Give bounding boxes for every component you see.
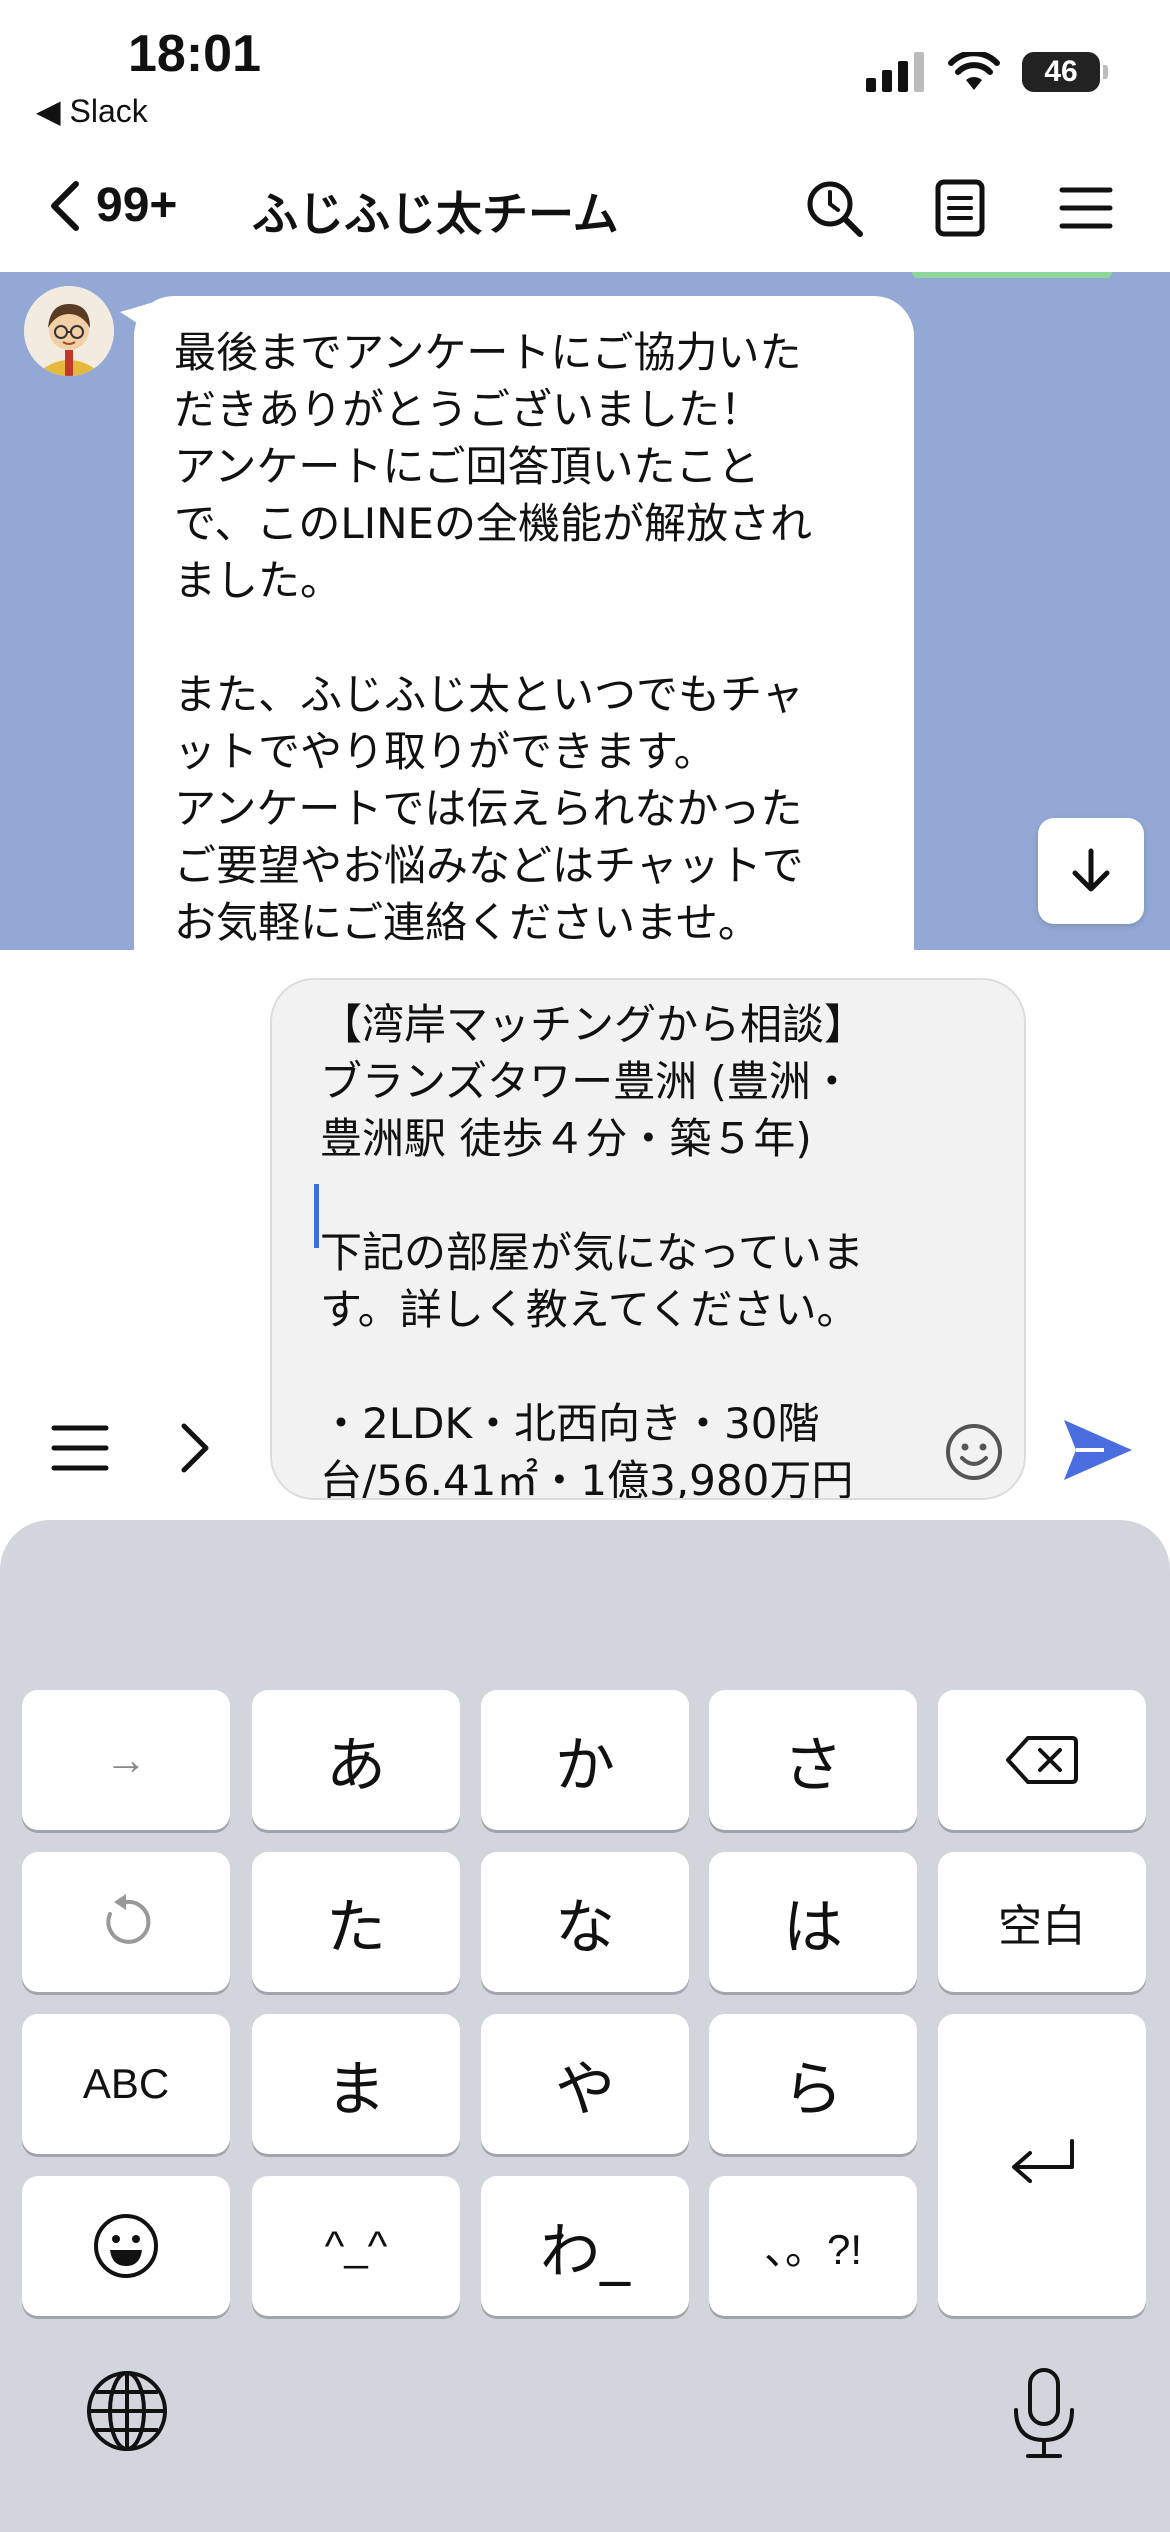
avatar[interactable]: [24, 286, 114, 376]
message-bubble[interactable]: 最後までアンケートにご協力いた だきありがとうございました！ アンケートにご回答…: [120, 296, 914, 950]
status-icons: 46: [866, 52, 1108, 92]
key-ma[interactable]: ま: [252, 2014, 460, 2154]
status-bar: 18:01 ◀ Slack 46: [0, 0, 1170, 140]
chat-area[interactable]: 最後までアンケートにご協力いた だきありがとうございました！ アンケートにご回答…: [0, 272, 1170, 950]
composer: 【湾岸マッチングから相談】 ブランズタワー豊洲 (豊洲・ 豊洲駅 徒歩４分・築５…: [0, 950, 1170, 1520]
key-sa[interactable]: さ: [709, 1690, 917, 1830]
undo-key[interactable]: [22, 1852, 230, 1992]
text-caret: [314, 1184, 319, 1248]
arrow-down-icon: [1072, 848, 1110, 892]
keyboard: → あ か さ た な は 空白 ABC ま や ら ^_^ わ_ 、。?!: [0, 1520, 1170, 2532]
mic-icon[interactable]: [1006, 2366, 1082, 2462]
signal-icon: [866, 52, 924, 92]
battery-icon: 46: [1022, 52, 1108, 92]
message-input[interactable]: 【湾岸マッチングから相談】 ブランズタワー豊洲 (豊洲・ 豊洲駅 徒歩４分・築５…: [270, 978, 1026, 1500]
return-key[interactable]: [938, 2014, 1146, 2316]
delete-key[interactable]: [938, 1690, 1146, 1830]
kaomoji-key[interactable]: ^_^: [252, 2176, 460, 2316]
punctuation-key[interactable]: 、。?!: [709, 2176, 917, 2316]
chat-header: 99+ ふじふじ太チーム: [0, 140, 1170, 272]
previous-message-edge: [912, 272, 1112, 278]
back-chevron-icon[interactable]: [38, 174, 98, 238]
return-icon: [1012, 2139, 1074, 2183]
menu-icon[interactable]: [48, 1416, 112, 1480]
status-time: 18:01: [128, 25, 261, 83]
scroll-down-button[interactable]: [1038, 818, 1144, 924]
message-input-text[interactable]: 【湾岸マッチングから相談】 ブランズタワー豊洲 (豊洲・ 豊洲駅 徒歩４分・築５…: [320, 996, 930, 1498]
back-to-slack-link[interactable]: ◀ Slack: [36, 92, 148, 130]
delete-icon: [1006, 1736, 1078, 1784]
undo-icon: [106, 1894, 151, 1944]
emoji-face-icon: [94, 2214, 158, 2278]
globe-icon[interactable]: [82, 2366, 172, 2456]
key-wa[interactable]: わ_: [481, 2176, 689, 2316]
unread-count[interactable]: 99+: [96, 178, 177, 233]
key-arrow[interactable]: →: [22, 1690, 230, 1830]
chat-title: ふじふじ太チーム: [252, 187, 619, 241]
chevron-right-icon[interactable]: [170, 1416, 220, 1480]
wifi-icon: [948, 52, 1000, 90]
search-icon[interactable]: [802, 176, 866, 240]
key-ya[interactable]: や: [481, 2014, 689, 2154]
key-ra[interactable]: ら: [709, 2014, 917, 2154]
notes-icon[interactable]: [928, 176, 992, 240]
key-na[interactable]: な: [481, 1852, 689, 1992]
key-ka[interactable]: か: [481, 1690, 689, 1830]
abc-key[interactable]: ABC: [22, 2014, 230, 2154]
key-ta[interactable]: た: [252, 1852, 460, 1992]
menu-icon[interactable]: [1054, 176, 1118, 240]
emoji-icon[interactable]: [942, 1420, 1006, 1484]
key-a[interactable]: あ: [252, 1690, 460, 1830]
emoji-key[interactable]: [22, 2176, 230, 2316]
space-key[interactable]: 空白: [938, 1852, 1146, 1992]
send-icon[interactable]: [1060, 1412, 1136, 1488]
key-ha[interactable]: は: [709, 1852, 917, 1992]
